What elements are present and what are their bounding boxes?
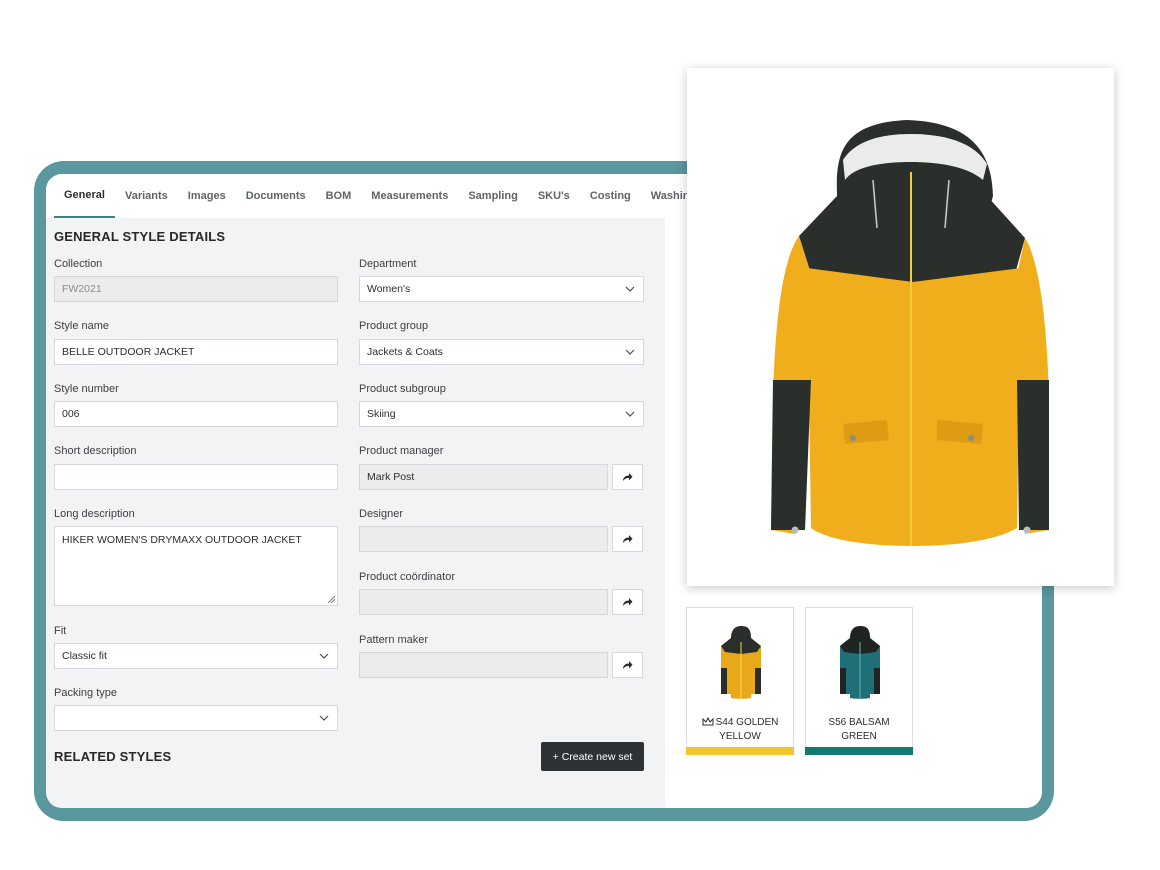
style-number-input[interactable]: 006 (54, 401, 338, 427)
style-name-label: Style name (54, 320, 110, 332)
fit-value: Classic fit (62, 650, 107, 662)
department-value: Women's (367, 283, 411, 295)
chevron-down-icon (319, 715, 329, 721)
variant-color-bar (686, 747, 794, 755)
assign-pattern-maker-button[interactable] (612, 652, 643, 678)
section-title: GENERAL STYLE DETAILS (54, 229, 226, 244)
general-form-panel: GENERAL STYLE DETAILS Collection FW2021 … (46, 218, 665, 808)
designer-label: Designer (359, 508, 404, 520)
pattern-maker-field (359, 652, 608, 678)
product-image (687, 68, 1114, 586)
chevron-down-icon (625, 411, 635, 417)
variant-card-balsam-green[interactable]: S56 BALSAM GREEN (805, 607, 913, 755)
share-arrow-icon (623, 535, 633, 543)
tab-documents[interactable]: Documents (236, 174, 316, 218)
crown-icon (702, 716, 714, 726)
department-select[interactable]: Women's (359, 276, 644, 302)
designer-field (359, 526, 608, 552)
short-description-label: Short description (54, 445, 137, 457)
variant-name: S44 GOLDEN YELLOW (715, 717, 779, 742)
chevron-down-icon (319, 653, 329, 659)
tab-measurements[interactable]: Measurements (361, 174, 458, 218)
share-arrow-icon (623, 661, 633, 669)
variant-thumbnail (840, 626, 880, 699)
tab-sampling[interactable]: Sampling (458, 174, 528, 218)
resize-handle-icon[interactable] (328, 596, 335, 603)
pattern-maker-label: Pattern maker (359, 634, 429, 646)
assign-product-manager-button[interactable] (612, 464, 643, 490)
long-description-label: Long description (54, 508, 135, 520)
product-coordinator-field (359, 589, 608, 615)
create-new-set-button[interactable]: + Create new set (541, 742, 644, 771)
style-number-label: Style number (54, 383, 119, 395)
jacket-illustration (771, 120, 1049, 546)
product-group-label: Product group (359, 320, 429, 332)
tab-costing[interactable]: Costing (580, 174, 641, 218)
long-description-textarea[interactable]: HIKER WOMEN'S DRYMAXX OUTDOOR JACKET (54, 526, 338, 606)
long-description-text: HIKER WOMEN'S DRYMAXX OUTDOOR JACKET (62, 534, 302, 546)
assign-designer-button[interactable] (612, 526, 643, 552)
collection-label: Collection (54, 258, 103, 270)
product-group-select[interactable]: Jackets & Coats (359, 339, 644, 365)
share-arrow-icon (623, 598, 633, 606)
chevron-down-icon (625, 286, 635, 292)
variant-card-golden-yellow[interactable]: S44 GOLDEN YELLOW (686, 607, 794, 755)
style-name-input[interactable]: BELLE OUTDOOR JACKET (54, 339, 338, 365)
tab-images[interactable]: Images (178, 174, 236, 218)
chevron-down-icon (625, 349, 635, 355)
tab-general[interactable]: General (54, 174, 115, 218)
related-styles-title: RELATED STYLES (54, 749, 172, 764)
tab-bom[interactable]: BOM (316, 174, 362, 218)
product-coordinator-label: Product coördinator (359, 571, 455, 583)
product-manager-field: Mark Post (359, 464, 608, 490)
variant-label: S44 GOLDEN YELLOW (691, 716, 789, 744)
packing-type-select[interactable] (54, 705, 338, 731)
fit-select[interactable]: Classic fit (54, 643, 338, 669)
packing-type-label: Packing type (54, 687, 117, 699)
fit-label: Fit (54, 625, 67, 637)
tab-variants[interactable]: Variants (115, 174, 178, 218)
product-subgroup-select[interactable]: Skiing (359, 401, 644, 427)
tab-skus[interactable]: SKU's (528, 174, 580, 218)
variant-color-bar (805, 747, 913, 755)
department-label: Department (359, 258, 417, 270)
collection-field: FW2021 (54, 276, 338, 302)
product-manager-label: Product manager (359, 445, 444, 457)
short-description-input[interactable] (54, 464, 338, 490)
product-group-value: Jackets & Coats (367, 346, 443, 358)
product-subgroup-label: Product subgroup (359, 383, 446, 395)
variant-thumbnail (721, 626, 761, 699)
variant-label: S56 BALSAM GREEN (828, 717, 890, 742)
assign-product-coordinator-button[interactable] (612, 589, 643, 615)
share-arrow-icon (623, 473, 633, 481)
product-subgroup-value: Skiing (367, 408, 396, 420)
